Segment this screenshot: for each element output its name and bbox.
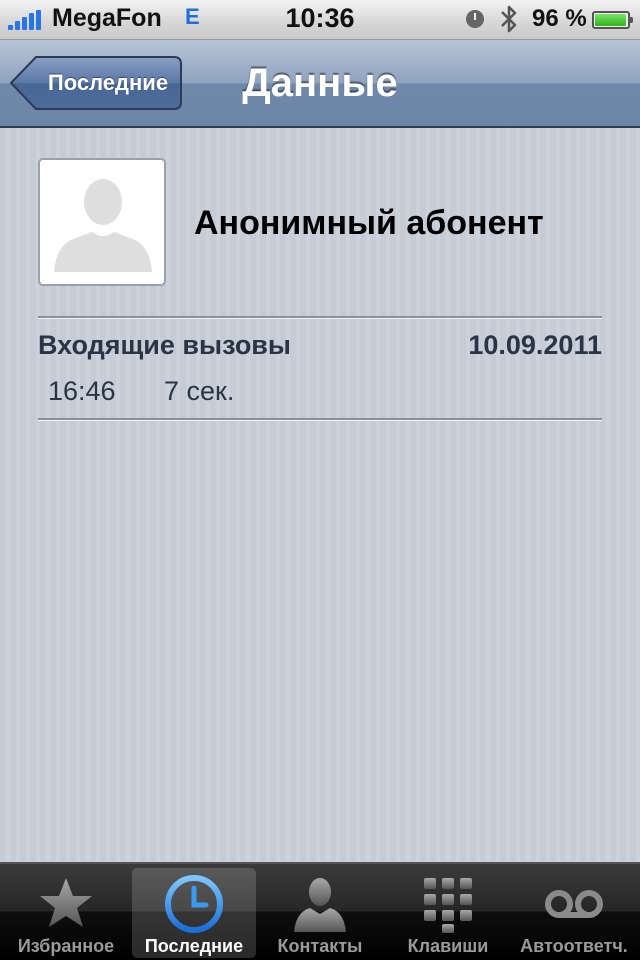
tab-bar: Избранное Последние Контакты Клавиши Авт… [0, 862, 640, 960]
tab-recents[interactable]: Последние [132, 868, 256, 958]
call-duration: 7 сек. [164, 376, 235, 406]
tab-keypad[interactable]: Клавиши [386, 868, 510, 958]
call-time: 16:46 [48, 376, 116, 406]
call-type: Входящие вызовы [38, 330, 291, 360]
contact-photo[interactable] [38, 158, 166, 286]
battery-percent: 96 % [532, 5, 587, 32]
tab-label: Клавиши [407, 936, 489, 956]
clock-icon [165, 875, 223, 933]
status-bar: MegaFon E 10:36 96 % [0, 0, 640, 40]
divider [38, 418, 602, 421]
tab-label: Контакты [277, 936, 363, 956]
battery-icon [592, 11, 633, 29]
tab-label: Избранное [17, 936, 115, 956]
voicemail-icon [545, 890, 603, 918]
tab-label: Последние [144, 936, 244, 956]
contact-icon [294, 878, 346, 932]
divider [38, 316, 602, 319]
alarm-clock-icon [466, 10, 484, 28]
keypad-icon [424, 878, 472, 933]
call-date: 10.09.2011 [468, 330, 602, 360]
contact-details: Анонимный абонент Входящие вызовы 10.09.… [0, 128, 640, 862]
bluetooth-icon [501, 5, 517, 33]
person-silhouette-icon [54, 179, 152, 272]
page-title: Данные [242, 61, 398, 105]
tab-label: Автоответч. [520, 936, 628, 956]
navigation-bar: Последние Данные [0, 40, 640, 128]
battery-level-fill [595, 14, 626, 26]
tab-contacts[interactable]: Контакты [258, 868, 382, 958]
contact-name: Анонимный абонент [194, 204, 544, 242]
star-icon [40, 878, 92, 927]
tab-voicemail[interactable]: Автоответч. [512, 868, 636, 958]
tab-favorites[interactable]: Избранное [4, 868, 128, 958]
